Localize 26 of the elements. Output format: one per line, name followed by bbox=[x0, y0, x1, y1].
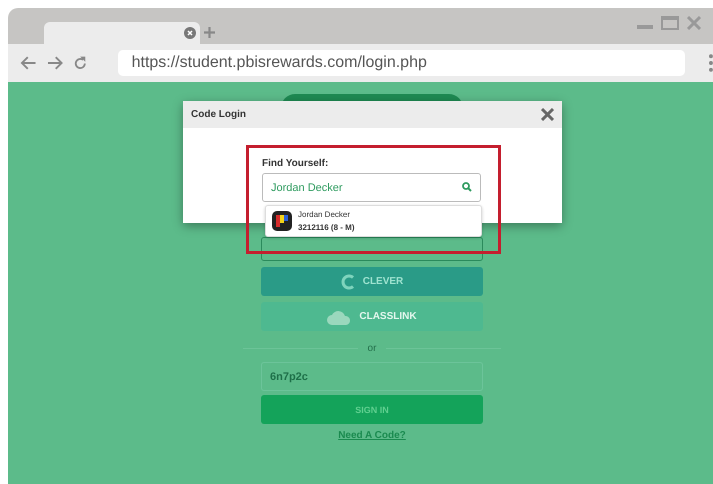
address-bar[interactable]: https://student.pbisrewards.com/login.php bbox=[118, 50, 686, 76]
close-tab-icon[interactable] bbox=[184, 27, 196, 39]
c-letter-icon bbox=[340, 274, 355, 290]
sign-in-button[interactable]: SIGN IN bbox=[261, 395, 483, 424]
forward-arrow-icon[interactable] bbox=[46, 56, 64, 70]
result-item[interactable]: Jordan Decker 3212116 (8 - M) bbox=[266, 206, 481, 236]
cloud-icon bbox=[327, 308, 352, 324]
clever-button[interactable]: CLEVER bbox=[261, 267, 483, 296]
need-code-link[interactable]: Need A Code? bbox=[338, 430, 406, 441]
find-yourself-label: Find Yourself: bbox=[262, 158, 328, 169]
divider-label: or bbox=[368, 343, 376, 354]
classlink-button[interactable]: CLASSLINK bbox=[261, 302, 483, 331]
search-field[interactable]: Jordan Decker bbox=[262, 173, 481, 202]
result-name: Jordan Decker bbox=[298, 210, 352, 219]
dialog-title: Code Login bbox=[191, 109, 246, 120]
colored-bars-icon bbox=[272, 211, 292, 231]
browser-tab[interactable] bbox=[44, 22, 200, 44]
result-detail: 3212116 (8 - M) bbox=[298, 223, 354, 232]
reload-icon[interactable] bbox=[73, 56, 88, 70]
maximize-icon[interactable] bbox=[661, 16, 679, 30]
new-tab-icon[interactable] bbox=[204, 27, 215, 38]
search-icon bbox=[462, 182, 472, 192]
code-input[interactable]: 6n7p2c bbox=[261, 362, 483, 391]
back-arrow-icon[interactable] bbox=[20, 56, 37, 70]
close-icon[interactable] bbox=[541, 108, 554, 121]
menu-icon[interactable] bbox=[709, 54, 713, 72]
